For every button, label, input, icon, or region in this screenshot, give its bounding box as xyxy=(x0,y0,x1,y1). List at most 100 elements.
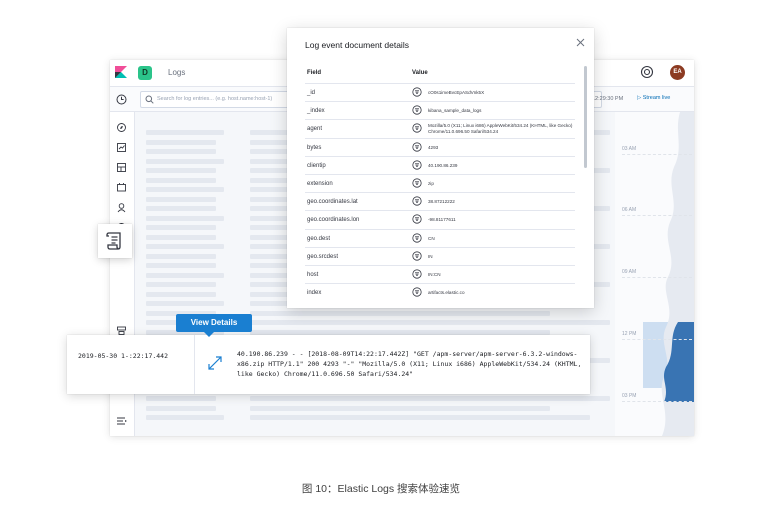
field-name: clientip xyxy=(307,162,326,169)
field-value: kibana_sample_data_logs xyxy=(428,108,482,114)
field-name: geo.srcdest xyxy=(307,253,339,260)
callout-arrow xyxy=(204,332,214,337)
elastic-logo-icon[interactable] xyxy=(115,66,127,78)
log-entry-row[interactable]: 2019-05-30 1-:22:17.442 40.190.86.239 - … xyxy=(67,335,590,394)
space-badge[interactable]: D xyxy=(138,66,152,80)
stream-live-button[interactable]: ▷ Stream live xyxy=(637,95,670,101)
flyout-row: geo.coordinates.lon -98.81177611 xyxy=(305,210,575,229)
timeline-label: 03 AM xyxy=(622,146,637,152)
timeline-gridline xyxy=(622,215,692,216)
field-value: Mozilla/5.0 (X11; Linux i686) AppleWebKi… xyxy=(428,123,573,135)
view-details-callout: View Details xyxy=(176,314,252,332)
field-name: agent xyxy=(307,126,323,133)
placeholder-timestamp xyxy=(146,282,216,287)
time-picker[interactable]: 12:29:30 PM xyxy=(592,96,623,102)
filter-icon[interactable] xyxy=(412,269,422,279)
field-value: 4293 xyxy=(428,144,439,150)
logs-app-tile[interactable] xyxy=(98,224,132,258)
placeholder-message xyxy=(250,320,610,325)
placeholder-timestamp xyxy=(146,206,216,211)
flyout-row: index artifacts.elastic.co xyxy=(305,283,575,302)
field-value: cO0s1imeBvcEpASdVnk5X xyxy=(428,90,485,95)
flyout-row: extension zip xyxy=(305,174,575,193)
timeline-gridline xyxy=(622,154,692,155)
filter-icon[interactable] xyxy=(412,232,422,243)
flyout-row: _id cO0s1imeBvcEpASdVnk5X xyxy=(305,83,575,102)
filter-icon[interactable] xyxy=(412,214,422,224)
timeline-label: 12 PM xyxy=(622,331,637,337)
ml-icon[interactable] xyxy=(116,202,127,213)
timeline-gridline xyxy=(622,277,692,278)
placeholder-timestamp xyxy=(146,244,224,249)
visualize-icon[interactable] xyxy=(116,142,127,153)
field-value: zip xyxy=(428,181,434,186)
placeholder-timestamp xyxy=(146,291,216,297)
field-value: CN xyxy=(428,235,435,241)
log-message: 40.190.86.239 - - [2018-08-09T14:22:17.4… xyxy=(237,350,582,378)
field-value: 40.190.86.239 xyxy=(428,162,458,168)
placeholder-timestamp xyxy=(146,263,216,268)
clock-icon[interactable] xyxy=(116,94,127,105)
field-value: artifacts.elastic.co xyxy=(428,290,465,296)
filter-icon[interactable] xyxy=(412,105,422,115)
filter-icon[interactable] xyxy=(412,287,422,297)
dashboard-icon[interactable] xyxy=(116,162,127,173)
logs-app-icon xyxy=(106,232,121,250)
field-value: -98.81177611 xyxy=(428,217,456,223)
log-timestamp: 2019-05-30 1-:22:17.442 xyxy=(78,352,169,360)
placeholder-message xyxy=(250,329,550,335)
flyout-row: geo.coordinates.lat 38.87212222 xyxy=(305,192,575,211)
nav-collapse-icon[interactable] xyxy=(117,417,127,425)
filter-icon[interactable] xyxy=(412,196,422,206)
field-name: geo.coordinates.lon xyxy=(307,217,360,224)
placeholder-timestamp xyxy=(146,177,216,183)
placeholder-timestamp xyxy=(146,168,216,173)
field-name: host xyxy=(307,272,319,278)
filter-icon[interactable] xyxy=(412,123,422,133)
placeholder-message xyxy=(250,310,550,316)
filter-icon[interactable] xyxy=(412,178,422,188)
user-avatar[interactable]: EA xyxy=(670,65,685,80)
app-title: Logs xyxy=(168,68,186,77)
placeholder-timestamp xyxy=(146,301,224,306)
field-value: 38.87212222 xyxy=(428,199,455,205)
filter-icon[interactable] xyxy=(412,141,422,152)
timeline-label: 03 PM xyxy=(622,393,637,399)
placeholder-timestamp xyxy=(146,158,224,164)
field-name: _index xyxy=(307,108,325,115)
placeholder-message xyxy=(250,405,550,411)
field-name: extension xyxy=(307,181,333,187)
placeholder-timestamp xyxy=(146,253,216,259)
field-name: bytes xyxy=(307,144,322,151)
field-name: index xyxy=(307,290,322,297)
discover-icon[interactable] xyxy=(116,122,127,133)
help-icon[interactable] xyxy=(640,65,654,79)
timeline-density-chart xyxy=(661,112,694,436)
placeholder-timestamp xyxy=(146,196,216,202)
placeholder-timestamp xyxy=(146,215,224,221)
canvas-icon[interactable] xyxy=(116,182,127,193)
placeholder-timestamp xyxy=(146,234,216,240)
placeholder-timestamp xyxy=(146,139,216,145)
value-column-header: Value xyxy=(412,70,428,76)
filter-icon[interactable] xyxy=(412,251,422,261)
flyout-title: Log event document details xyxy=(305,40,409,50)
field-name: _id xyxy=(307,90,316,96)
filter-icon[interactable] xyxy=(412,87,422,97)
flyout-scrollbar[interactable] xyxy=(584,66,587,168)
field-column-header: Field xyxy=(307,70,322,76)
placeholder-timestamp xyxy=(146,225,216,230)
filter-icon[interactable] xyxy=(412,160,422,170)
timeline-gridline xyxy=(622,401,692,402)
flyout-row: _index kibana_sample_data_logs xyxy=(305,101,575,120)
flyout-row: geo.dest CN xyxy=(305,228,575,248)
field-value: IN xyxy=(428,253,433,259)
expand-icon[interactable] xyxy=(207,355,223,371)
search-icon xyxy=(145,95,154,104)
placeholder-timestamp xyxy=(146,187,224,192)
figure-caption: 图 10：Elastic Logs 搜索体验速览 xyxy=(301,483,461,495)
placeholder-timestamp xyxy=(146,405,216,411)
close-icon[interactable] xyxy=(576,38,585,47)
flyout-row: agent Mozilla/5.0 (X11; Linux i686) Apple… xyxy=(305,119,575,138)
placeholder-timestamp xyxy=(146,415,224,420)
